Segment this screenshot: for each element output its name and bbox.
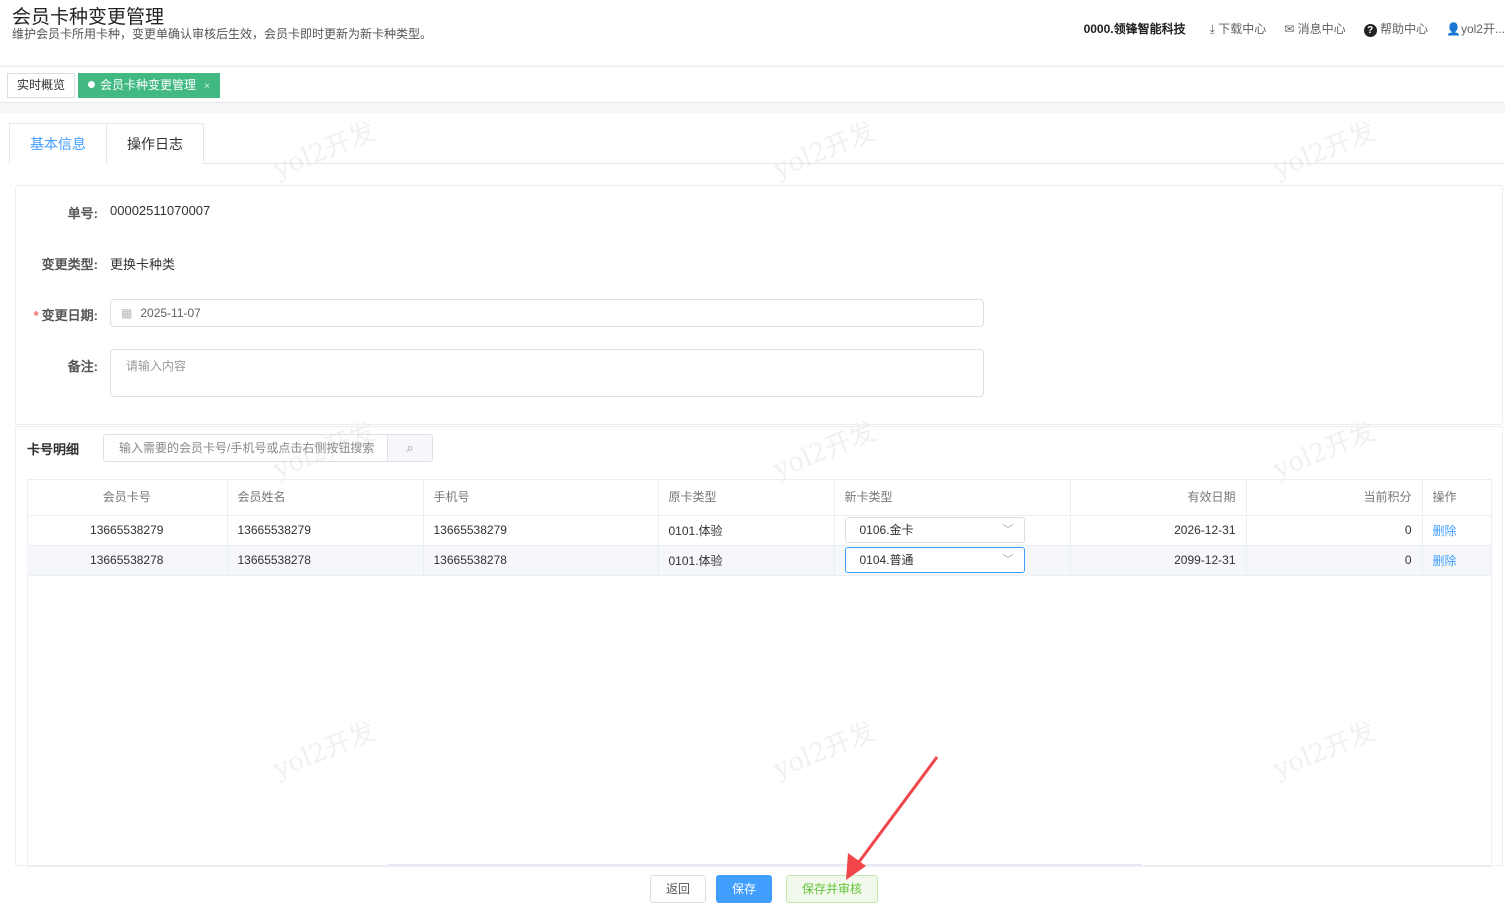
annotation-arrow-icon [846,756,939,880]
